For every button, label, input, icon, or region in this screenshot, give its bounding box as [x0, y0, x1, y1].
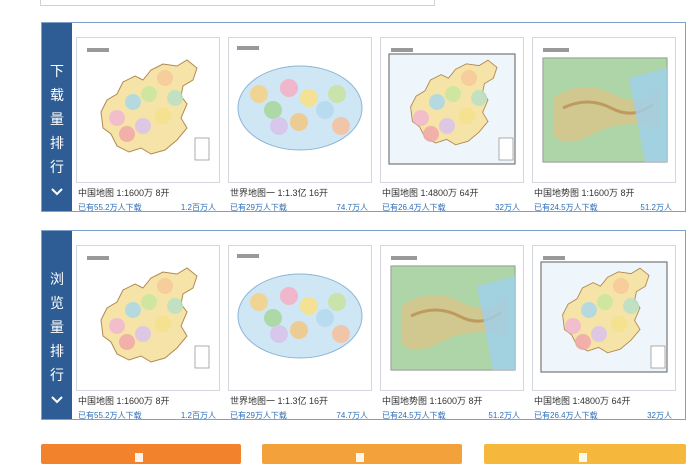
view-ranking-title: 浏 览 量 排 行	[50, 271, 64, 383]
map-name[interactable]: 世界地图一 1:1.3亿 16开	[230, 394, 328, 407]
map-thumbnail[interactable]	[228, 245, 372, 391]
map-name[interactable]: 中国地势图 1:1600万 8开	[382, 394, 483, 407]
map-thumbnail-image	[77, 246, 219, 390]
map-thumbnail-image	[229, 38, 371, 182]
chevron-down-icon[interactable]	[50, 395, 64, 405]
map-thumbnail-image	[381, 38, 523, 182]
download-count: 已有29万人下载	[230, 411, 287, 420]
map-thumbnail-image	[77, 38, 219, 182]
map-thumbnail[interactable]	[76, 245, 220, 391]
view-ranking-list: 中国地图 1:1600万 8开 已有55.2万人下载 1.2百万人 世界地图一 …	[76, 245, 676, 420]
map-thumbnail[interactable]	[532, 245, 676, 391]
action-button[interactable]	[484, 444, 686, 464]
map-name[interactable]: 世界地图一 1:1.3亿 16开	[230, 186, 328, 199]
map-card[interactable]: 中国地势图 1:1600万 8开 已有24.5万人下载 51.2万人	[532, 37, 676, 212]
map-card[interactable]: 中国地图 1:1600万 8开 已有55.2万人下载 1.2百万人	[76, 245, 220, 420]
download-count: 已有24.5万人下载	[382, 411, 446, 420]
map-card[interactable]: 世界地图一 1:1.3亿 16开 已有29万人下载 74.7万人	[228, 245, 372, 420]
view-count: 32万人	[647, 411, 672, 420]
map-name[interactable]: 中国地图 1:4800万 64开	[382, 186, 479, 199]
top-box	[40, 0, 435, 6]
download-count: 已有24.5万人下载	[534, 203, 598, 212]
download-ranking-panel: 下 载 量 排 行 中国地图 1:1600万 8开 已有55.2万人下载 1.2…	[41, 22, 686, 212]
map-name[interactable]: 中国地图 1:1600万 8开	[78, 394, 170, 407]
info-icon	[579, 453, 587, 463]
view-count: 74.7万人	[336, 203, 368, 212]
map-thumbnail[interactable]	[76, 37, 220, 183]
view-count: 51.2万人	[640, 203, 672, 212]
map-thumbnail[interactable]	[380, 37, 524, 183]
download-count: 已有29万人下载	[230, 203, 287, 212]
map-thumbnail-image	[229, 246, 371, 390]
map-thumbnail[interactable]	[380, 245, 524, 391]
download-ranking-list: 中国地图 1:1600万 8开 已有55.2万人下载 1.2百万人 世界地图一 …	[76, 37, 676, 212]
chevron-down-icon[interactable]	[50, 187, 64, 197]
view-count: 51.2万人	[488, 411, 520, 420]
map-card[interactable]: 中国地图 1:4800万 64开 已有26.4万人下载 32万人	[380, 37, 524, 212]
download-count: 已有55.2万人下载	[78, 203, 142, 212]
action-button[interactable]	[262, 444, 462, 464]
map-thumbnail-image	[533, 38, 675, 182]
map-card[interactable]: 世界地图一 1:1.3亿 16开 已有29万人下载 74.7万人	[228, 37, 372, 212]
lock-icon	[356, 453, 364, 463]
view-count: 74.7万人	[336, 411, 368, 420]
download-ranking-sidebar: 下 载 量 排 行	[42, 23, 72, 211]
view-ranking-panel: 浏 览 量 排 行 中国地图 1:1600万 8开 已有55.2万人下载 1.2…	[41, 230, 686, 420]
view-ranking-sidebar: 浏 览 量 排 行	[42, 231, 72, 419]
map-card[interactable]: 中国地图 1:1600万 8开 已有55.2万人下载 1.2百万人	[76, 37, 220, 212]
view-count: 32万人	[495, 203, 520, 212]
file-icon	[135, 453, 143, 463]
action-button[interactable]	[41, 444, 241, 464]
download-ranking-title: 下 载 量 排 行	[50, 63, 64, 175]
map-card[interactable]: 中国地势图 1:1600万 8开 已有24.5万人下载 51.2万人	[380, 245, 524, 420]
map-thumbnail-image	[533, 246, 675, 390]
view-count: 1.2百万人	[180, 203, 216, 212]
map-name[interactable]: 中国地图 1:1600万 8开	[78, 186, 170, 199]
download-count: 已有26.4万人下载	[382, 203, 446, 212]
map-name[interactable]: 中国地图 1:4800万 64开	[534, 394, 631, 407]
map-name[interactable]: 中国地势图 1:1600万 8开	[534, 186, 635, 199]
map-card[interactable]: 中国地图 1:4800万 64开 已有26.4万人下载 32万人	[532, 245, 676, 420]
map-thumbnail-image	[381, 246, 523, 390]
map-thumbnail[interactable]	[532, 37, 676, 183]
view-count: 1.2百万人	[180, 411, 216, 420]
download-count: 已有26.4万人下载	[534, 411, 598, 420]
map-thumbnail[interactable]	[228, 37, 372, 183]
download-count: 已有55.2万人下载	[78, 411, 142, 420]
